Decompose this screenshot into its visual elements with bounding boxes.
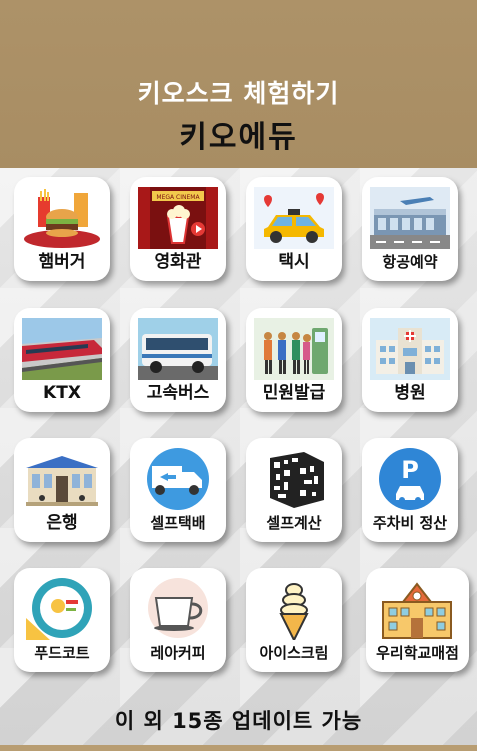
taxi-icon: [254, 187, 334, 249]
bottom-bar: [0, 745, 477, 751]
card-label: 민원발급: [262, 383, 326, 403]
civil-service-kiosk-icon: [254, 318, 334, 380]
hamburger-icon: [22, 187, 102, 249]
svg-text:P: P: [401, 456, 419, 484]
card-lea-coffee[interactable]: 레아커피: [130, 568, 226, 672]
ice-cream-icon: [254, 578, 334, 640]
card-self-delivery[interactable]: 셀프택배: [130, 438, 226, 542]
card-ice-cream[interactable]: 아이스크림: [246, 568, 342, 672]
train-icon: [22, 318, 102, 380]
card-school-store[interactable]: 우리학교매점: [366, 568, 469, 672]
school-icon: [377, 578, 457, 640]
card-cinema[interactable]: MEGA CINEMA 영화관: [130, 177, 226, 281]
hospital-icon: [370, 318, 450, 380]
card-bank[interactable]: 은행: [14, 438, 110, 542]
bus-icon: [138, 318, 218, 380]
header-title: 키오에듀: [179, 120, 298, 155]
cinema-sign-text: MEGA CINEMA: [156, 194, 200, 201]
parking-icon: P: [379, 448, 441, 510]
airport-icon: [370, 187, 450, 249]
card-label: 항공예약: [382, 253, 438, 271]
header-banner: 키오스크 체험하기 키오에듀: [0, 0, 477, 168]
card-airport[interactable]: 항공예약: [362, 177, 458, 281]
cinema-icon: MEGA CINEMA: [138, 187, 218, 249]
card-parking[interactable]: P 주차비 정산: [362, 438, 458, 542]
card-label: 햄버거: [38, 252, 86, 272]
food-court-icon: [26, 578, 92, 640]
card-label: KTX: [43, 383, 81, 403]
qr-code-icon: [254, 448, 334, 510]
card-label: 택시: [278, 252, 310, 272]
card-label: 푸드코트: [34, 644, 90, 662]
card-hamburger[interactable]: 햄버거: [14, 177, 110, 281]
card-self-checkout[interactable]: 셀프계산: [246, 438, 342, 542]
bank-icon: [22, 448, 102, 510]
card-label: 고속버스: [146, 383, 210, 403]
card-label: 은행: [46, 513, 78, 533]
card-label: 영화관: [154, 252, 202, 272]
card-label: 병원: [394, 383, 426, 403]
card-label: 레아커피: [150, 644, 206, 662]
card-label: 주차비 정산: [372, 514, 448, 532]
card-label: 아이스크림: [259, 644, 329, 662]
coffee-cup-icon: [148, 578, 208, 638]
card-label: 우리학교매점: [376, 644, 459, 662]
card-ktx[interactable]: KTX: [14, 308, 110, 412]
card-hospital[interactable]: 병원: [362, 308, 458, 412]
card-label: 셀프택배: [150, 514, 206, 532]
header-subtitle: 키오스크 체험하기: [137, 79, 340, 108]
footer-note: 이 외 15종 업데이트 가능: [114, 709, 363, 733]
card-express-bus[interactable]: 고속버스: [130, 308, 226, 412]
card-food-court[interactable]: 푸드코트: [14, 568, 110, 672]
delivery-truck-icon: [147, 448, 209, 510]
card-taxi[interactable]: 택시: [246, 177, 342, 281]
card-civil-service[interactable]: 민원발급: [246, 308, 342, 412]
card-label: 셀프계산: [266, 514, 322, 532]
